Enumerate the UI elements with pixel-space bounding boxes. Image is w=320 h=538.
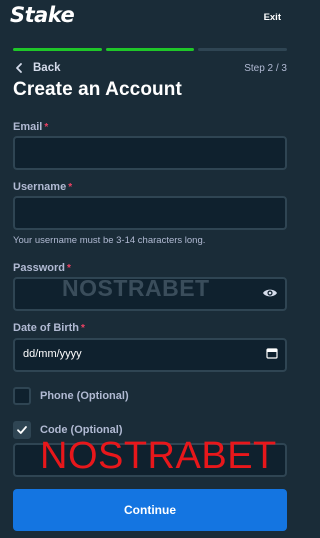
progress-segment-3 [198, 48, 288, 51]
password-label-text: Password [13, 262, 65, 274]
username-label: Username * [13, 181, 72, 193]
back-label: Back [33, 62, 61, 74]
required-mark: * [44, 122, 49, 133]
exit-button[interactable]: Exit [264, 12, 281, 23]
checkmark-icon [17, 426, 27, 434]
username-label-text: Username [13, 181, 67, 193]
show-password-eye-icon[interactable] [262, 287, 278, 299]
date-of-birth-field[interactable]: dd/mm/yyyy [13, 338, 287, 372]
top-bar: Stake Exit [0, 0, 300, 36]
dob-label: Date of Birth * [13, 322, 85, 334]
dob-label-text: Date of Birth [13, 322, 79, 334]
step-progress-bar [13, 48, 288, 51]
stake-logo[interactable]: Stake [10, 3, 75, 27]
page-title: Create an Account [13, 79, 182, 100]
email-label: Email * [13, 121, 48, 133]
phone-label: Phone (Optional) [40, 390, 129, 402]
username-hint: Your username must be 3-14 characters lo… [13, 235, 206, 246]
chevron-left-icon [16, 63, 22, 73]
required-mark: * [81, 323, 85, 334]
progress-segment-1 [13, 48, 102, 51]
phone-checkbox[interactable] [13, 387, 31, 405]
dob-placeholder: dd/mm/yyyy [23, 348, 82, 360]
back-button[interactable]: Back [13, 62, 61, 74]
username-field[interactable] [13, 196, 287, 230]
email-label-text: Email [13, 121, 43, 133]
step-nav: Back Step 2 / 3 [13, 62, 287, 78]
phone-option[interactable]: Phone (Optional) [13, 387, 129, 405]
watermark-red: NOSTRABET [40, 435, 277, 477]
calendar-icon[interactable] [266, 347, 278, 359]
code-checkbox[interactable] [13, 421, 31, 439]
email-field[interactable] [13, 136, 287, 170]
required-mark: * [66, 263, 71, 274]
watermark-grey: NOSTRABET [62, 275, 210, 301]
progress-segment-2 [105, 48, 195, 51]
continue-button[interactable]: Continue [13, 489, 287, 531]
required-mark: * [68, 182, 73, 193]
password-label: Password * [13, 262, 71, 274]
step-indicator: Step 2 / 3 [244, 63, 287, 74]
